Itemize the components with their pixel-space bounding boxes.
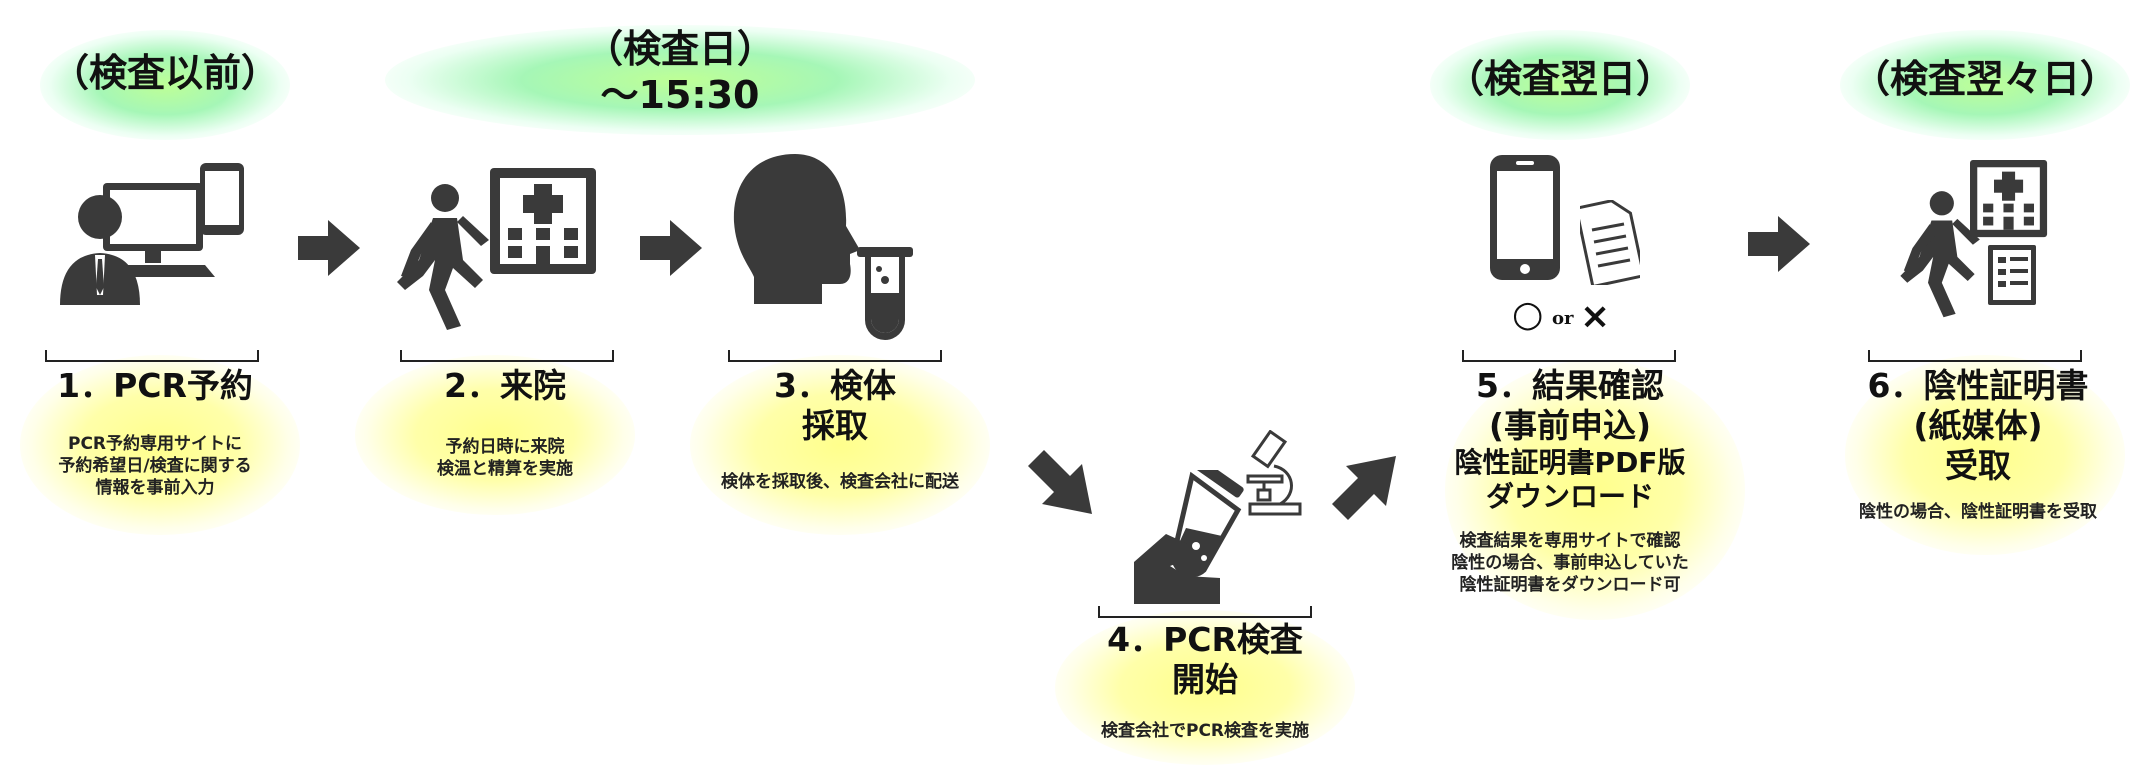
step5-title-line2: (事前申込) — [1488, 406, 1652, 445]
step2-bracket — [400, 350, 614, 362]
phase-before: （検査以前） — [50, 50, 280, 96]
or-text: or — [1552, 308, 1574, 329]
step3-desc-line1: 検体を採取後、検査会社に配送 — [721, 472, 959, 492]
phase-day-label: （検査日） — [584, 27, 775, 71]
step3-title-line2: 採取 — [802, 406, 868, 445]
step5-desc-line1: 検査結果を専用サイトで確認 — [1459, 531, 1681, 551]
step5-desc-line2: 陰性の場合、事前申込していた — [1451, 553, 1689, 573]
step4-desc: 検査会社でPCR検査を実施 — [1060, 720, 1350, 742]
step1-bracket — [45, 350, 259, 362]
step5-desc-line3: 陰性証明書をダウンロード可 — [1459, 575, 1681, 595]
step5-bracket — [1462, 350, 1676, 362]
arrow-right-icon-1 — [298, 220, 360, 276]
arrow-right-icon-3 — [1748, 216, 1810, 272]
result-symbols: ○ or × — [1512, 294, 1632, 338]
arrow-up-right-icon — [1332, 456, 1396, 520]
step4-title-line2: 開始 — [1172, 660, 1238, 699]
step1-title: 1．PCR予約 — [20, 366, 290, 406]
phase-next-day: （検査翌日） — [1440, 56, 1680, 102]
step6-bracket — [1868, 350, 2082, 362]
arrow-right-icon-2 — [640, 220, 702, 276]
test-tube-icon — [857, 247, 913, 340]
cross-symbol: × — [1580, 296, 1611, 337]
computer-user-icon — [60, 163, 244, 305]
step3-bracket — [728, 350, 942, 362]
step6-title-line3: 受取 — [1945, 446, 2011, 485]
document-icon — [1580, 200, 1640, 285]
step5-title-line3: 陰性証明書PDF版 — [1454, 446, 1686, 479]
step4-title: 4．PCR検査 開始 — [1065, 620, 1345, 700]
step6-desc: 陰性の場合、陰性証明書を受取 — [1838, 501, 2118, 523]
step4-title-line1: 4．PCR検査 — [1107, 620, 1303, 659]
step1-desc: PCR予約専用サイトに 予約希望日/検査に関する 情報を事前入力 — [20, 433, 290, 499]
hospital-icon — [490, 168, 596, 274]
phase-next-day-label: （検査翌日） — [1445, 57, 1674, 101]
step6-desc-line1: 陰性の場合、陰性証明書を受取 — [1859, 502, 2097, 522]
step4-bracket — [1098, 606, 1312, 618]
head-profile-icon — [733, 154, 860, 304]
step1-desc-line1: PCR予約専用サイトに — [67, 434, 243, 454]
step5-title-line1: 5．結果確認 — [1476, 366, 1664, 405]
phase-before-label: （検査以前） — [50, 51, 279, 95]
phase-day: （検査日） ～15:30 — [530, 26, 830, 118]
certificate-icon — [1988, 245, 2036, 305]
step4-desc-line1: 検査会社でPCR検査を実施 — [1100, 721, 1310, 741]
step1-desc-line3: 情報を事前入力 — [95, 478, 215, 498]
hospital-icon-6 — [1970, 160, 2048, 238]
step6-title: 6．陰性証明書 (紙媒体) 受取 — [1838, 366, 2118, 486]
phase-day-time: ～15:30 — [600, 73, 760, 117]
step1-title-line: 1．PCR予約 — [57, 366, 253, 405]
step2-desc-line1: 予約日時に来院 — [445, 437, 565, 457]
step5-title: 5．結果確認 (事前申込) 陰性証明書PDF版 ダウンロード — [1440, 366, 1700, 514]
walking-person-icon — [397, 184, 489, 330]
phase-day-after-next-label: （検査翌々日） — [1851, 57, 2118, 101]
step6-title-line1: 6．陰性証明書 — [1867, 366, 2089, 405]
step5-title-line4: ダウンロード — [1485, 480, 1654, 513]
step2-title-line: 2．来院 — [444, 366, 566, 405]
step3-desc: 検体を採取後、検査会社に配送 — [690, 471, 990, 493]
step3-title: 3．検体 採取 — [705, 366, 965, 446]
step6-title-line2: (紙媒体) — [1913, 406, 2043, 445]
hand-test-tube-icon — [1134, 470, 1244, 604]
step2-title: 2．来院 — [375, 366, 635, 406]
circle-symbol: ○ — [1512, 294, 1544, 335]
step3-title-line1: 3．検体 — [774, 366, 896, 405]
step2-desc-line2: 検温と精算を実施 — [437, 459, 573, 479]
step1-desc-line2: 予約希望日/検査に関する — [58, 456, 252, 476]
phase-day-after-next: （検査翌々日） — [1850, 56, 2120, 102]
arrow-down-right-icon — [1028, 450, 1092, 514]
step5-desc: 検査結果を専用サイトで確認 陰性の場合、事前申込していた 陰性証明書をダウンロー… — [1440, 530, 1700, 596]
smartphone-icon — [1490, 155, 1560, 280]
step2-desc: 予約日時に来院 検温と精算を実施 — [375, 436, 635, 480]
